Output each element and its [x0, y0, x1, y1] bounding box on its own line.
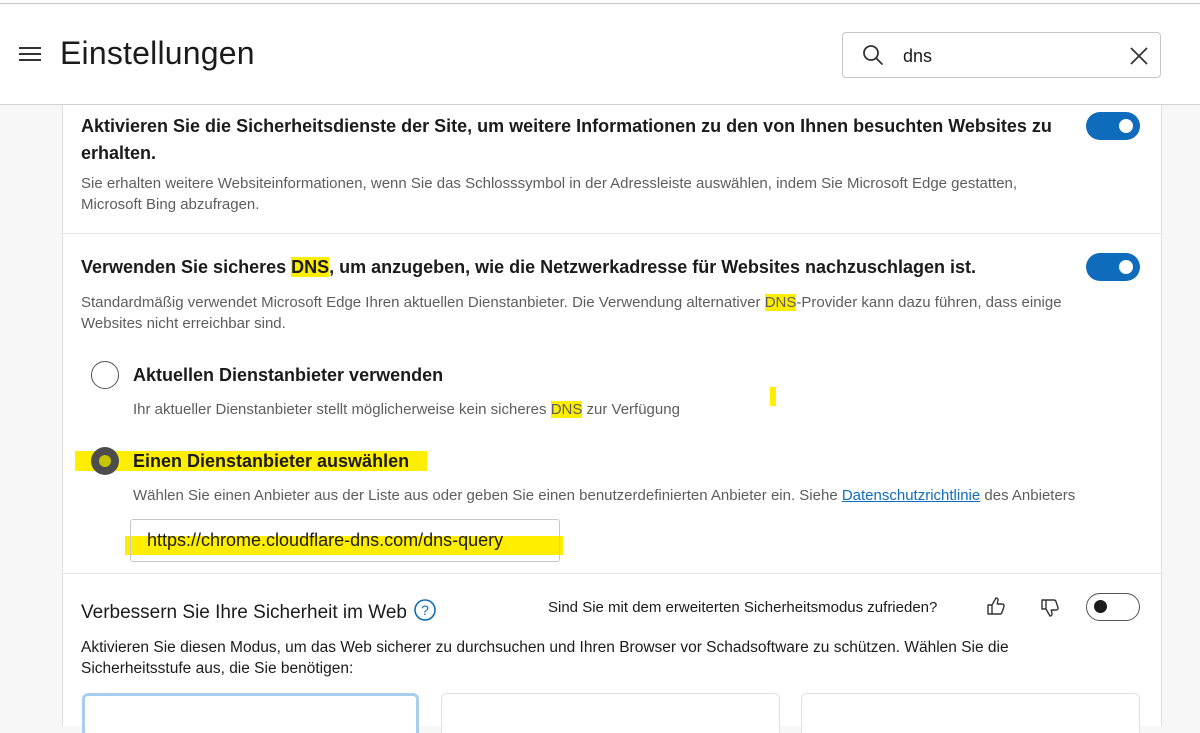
highlighter-mark	[770, 387, 776, 406]
divider	[63, 233, 1163, 234]
choose-provider-label: Einen Dienstanbieter auswählen	[133, 451, 410, 471]
current-provider-label: Aktuellen Dienstanbieter verwenden	[133, 365, 444, 385]
radio-choose-provider[interactable]	[91, 447, 119, 475]
site-security-heading: Aktivieren Sie die Sicherheitsdienste de…	[81, 116, 1052, 163]
choose-provider-description: Wählen Sie einen Anbieter aus der Liste …	[133, 487, 1076, 504]
svg-text:?: ?	[421, 602, 429, 618]
secure-dns-heading: Verwenden Sie sicheres DNS, um anzugeben…	[81, 257, 976, 277]
page-title: Einstellungen	[60, 35, 255, 71]
dns-provider-url-field[interactable]	[130, 519, 560, 562]
search-icon	[863, 45, 883, 65]
feedback-question: Sind Sie mit dem erweiterten Sicherheits…	[548, 599, 938, 616]
divider	[63, 573, 1163, 574]
close-icon[interactable]	[1128, 45, 1150, 67]
settings-panel: Aktivieren Sie die Sicherheitsdienste de…	[62, 105, 1163, 733]
enhanced-security-toggle[interactable]	[1086, 593, 1140, 621]
search-input[interactable]	[903, 44, 1103, 68]
site-security-description: Sie erhalten weitere Websiteinformatione…	[81, 175, 1018, 213]
settings-header: Einstellungen	[0, 5, 1200, 105]
menu-icon[interactable]	[19, 47, 41, 63]
privacy-policy-link[interactable]: Datenschutzrichtlinie	[842, 487, 980, 504]
secure-dns-toggle[interactable]	[1086, 253, 1140, 281]
thumbs-down-icon[interactable]	[1039, 597, 1061, 619]
site-security-toggle[interactable]	[1086, 112, 1140, 140]
search-box[interactable]	[842, 32, 1161, 78]
radio-current-provider[interactable]	[91, 361, 119, 389]
search-highlight: DNS	[291, 257, 330, 277]
security-level-card-basic[interactable]	[82, 693, 419, 733]
search-highlight: DNS	[550, 401, 583, 418]
help-icon[interactable]: ?	[414, 599, 436, 621]
secure-dns-description: Standardmäßig verwendet Microsoft Edge I…	[81, 294, 1062, 332]
security-level-card-balanced[interactable]	[441, 693, 780, 733]
security-level-card-strict[interactable]	[801, 693, 1140, 733]
improve-security-description: Aktivieren Sie diesen Modus, um das Web …	[81, 639, 1009, 677]
improve-security-heading: Verbessern Sie Ihre Sicherheit im Web	[81, 602, 407, 623]
window-top-edge	[0, 0, 1200, 4]
thumbs-up-icon[interactable]	[985, 595, 1007, 617]
current-provider-description: Ihr aktueller Dienstanbieter stellt mögl…	[133, 401, 680, 418]
search-highlight: DNS	[764, 294, 797, 311]
